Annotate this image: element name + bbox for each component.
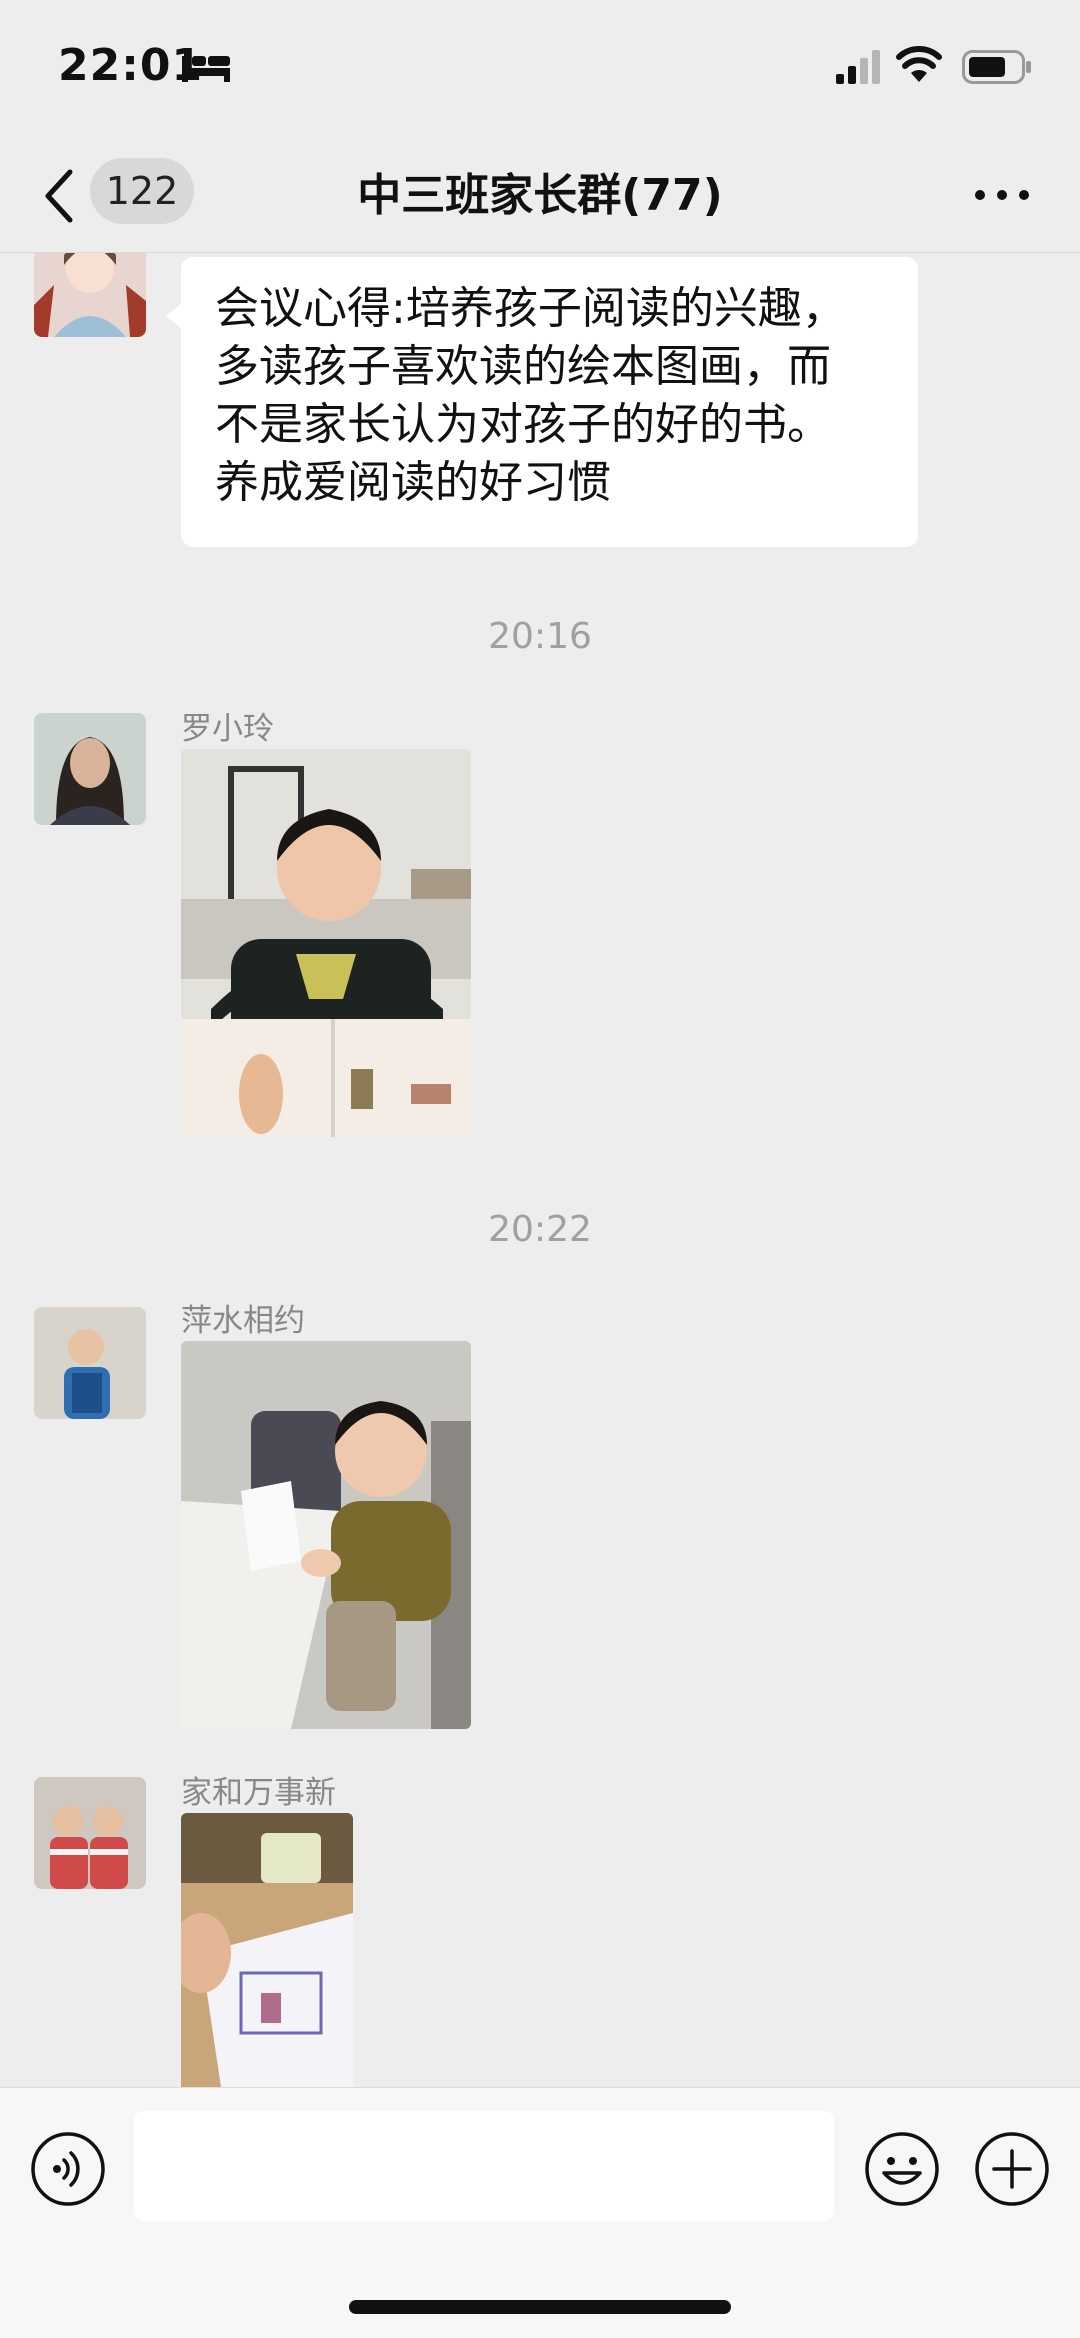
bubble-tail	[166, 301, 184, 331]
avatar[interactable]	[34, 1307, 146, 1419]
wifi-icon	[896, 46, 942, 82]
sender-name: 萍水相约	[181, 1303, 305, 1339]
avatar-photo	[34, 713, 146, 825]
plus-icon[interactable]	[974, 2131, 1050, 2207]
message-text: 会议心得:培养孩子阅读的兴趣， 多读孩子喜欢读的绘本图画，而 不是家长认为对孩子…	[215, 280, 907, 512]
sender-name: 罗小玲	[181, 711, 274, 747]
avatar[interactable]	[34, 253, 146, 337]
message-input[interactable]	[134, 2111, 834, 2221]
image-message[interactable]	[181, 749, 471, 1137]
timestamp: 20:22	[488, 1209, 592, 1250]
message-line: 会议心得:培养孩子阅读的兴趣，	[215, 283, 846, 334]
photo-child-reading	[181, 1813, 353, 2087]
avatar-photo	[34, 1307, 146, 1419]
voice-icon[interactable]	[30, 2131, 106, 2207]
message-line: 养成爱阅读的好习惯	[215, 457, 611, 508]
message-list[interactable]: 会议心得:培养孩子阅读的兴趣， 多读孩子喜欢读的绘本图画，而 不是家长认为对孩子…	[0, 253, 1080, 2087]
chat-header: 122 中三班家长群(77)	[0, 140, 1080, 253]
bed-icon	[182, 56, 230, 82]
more-icon[interactable]	[972, 180, 1032, 210]
image-message[interactable]	[181, 1341, 471, 1729]
chat-title: 中三班家长群(77)	[357, 170, 723, 221]
photo-child-reading	[181, 749, 471, 1137]
timestamp: 20:16	[488, 616, 592, 657]
status-bar: 22:01	[0, 0, 1080, 140]
photo-child-reading	[181, 1341, 471, 1729]
message-line: 多读孩子喜欢读的绘本图画，而	[215, 341, 831, 392]
avatar-illustration	[34, 253, 146, 337]
sender-name: 家和万事新	[181, 1775, 336, 1811]
message-line: 不是家长认为对孩子的好的书。	[215, 399, 831, 450]
avatar[interactable]	[34, 1777, 146, 1889]
emoji-icon[interactable]	[864, 2131, 940, 2207]
avatar[interactable]	[34, 713, 146, 825]
avatar-photo	[34, 1777, 146, 1889]
signal-icon	[836, 50, 880, 84]
image-message[interactable]	[181, 1813, 353, 2087]
home-indicator	[349, 2300, 731, 2314]
input-bar	[0, 2087, 1080, 2338]
battery-icon	[962, 50, 1031, 84]
